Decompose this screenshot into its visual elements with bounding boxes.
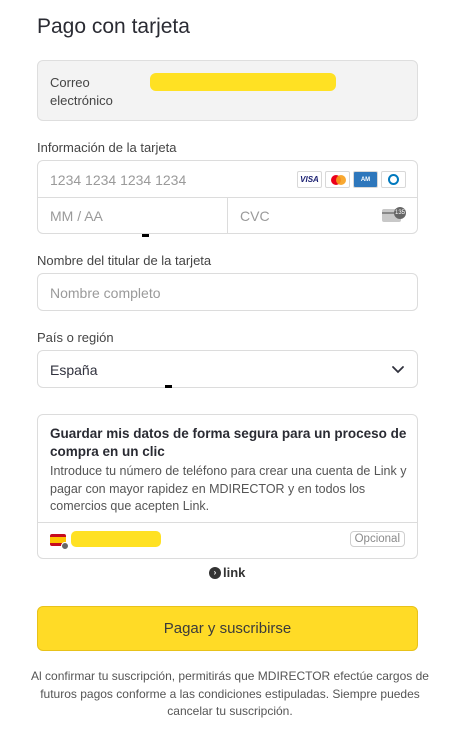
card-brands: VISA AM <box>297 171 406 188</box>
pay-subscribe-button[interactable]: Pagar y suscribirse <box>37 606 418 651</box>
email-field[interactable]: Correo electrónico <box>37 60 418 121</box>
card-number-field[interactable]: 1234 1234 1234 1234 VISA AM <box>38 161 417 198</box>
chevron-down-icon <box>392 366 404 374</box>
cvc-field[interactable]: CVC 135 <box>228 198 417 234</box>
country-label: País o región <box>37 330 114 345</box>
link-save-panel: Guardar mis datos de forma segura para u… <box>37 414 418 559</box>
holder-label: Nombre del titular de la tarjeta <box>37 253 212 268</box>
cursor-mark <box>142 234 149 237</box>
visa-icon: VISA <box>297 171 322 188</box>
link-save-description: Introduce tu número de teléfono para cre… <box>50 464 407 513</box>
flag-dropdown-icon[interactable] <box>61 542 69 550</box>
card-info-label: Información de la tarjeta <box>37 140 177 155</box>
expiry-field[interactable]: MM / AA <box>38 198 228 234</box>
mastercard-icon <box>325 171 350 188</box>
optional-badge: Opcional <box>349 531 405 547</box>
holder-placeholder: Nombre completo <box>50 285 161 301</box>
cursor-mark <box>165 385 172 388</box>
link-logo: › link <box>209 565 245 580</box>
link-logo-text: link <box>223 565 246 580</box>
amex-icon: AM <box>353 171 378 188</box>
country-value: España <box>50 362 98 378</box>
email-label: Correo electrónico <box>50 75 113 108</box>
legal-footer: Al confirmar tu suscripción, permitirás … <box>31 669 429 718</box>
cvc-card-icon: 135 <box>382 207 406 223</box>
country-select[interactable]: España <box>37 350 418 388</box>
card-input-group: 1234 1234 1234 1234 VISA AM MM / AA CVC … <box>37 160 418 234</box>
cvc-placeholder: CVC <box>240 208 270 224</box>
link-save-heading: Guardar mis datos de forma segura para u… <box>50 426 407 459</box>
email-value-redacted <box>150 73 336 91</box>
expiry-placeholder: MM / AA <box>50 208 103 224</box>
holder-name-field[interactable]: Nombre completo <box>37 273 418 311</box>
page-title: Pago con tarjeta <box>37 15 190 38</box>
card-number-placeholder: 1234 1234 1234 1234 <box>50 172 187 188</box>
phone-input-redacted[interactable] <box>71 531 161 547</box>
divider <box>38 522 417 523</box>
diners-icon <box>381 171 406 188</box>
link-arrow-icon: › <box>209 566 221 579</box>
